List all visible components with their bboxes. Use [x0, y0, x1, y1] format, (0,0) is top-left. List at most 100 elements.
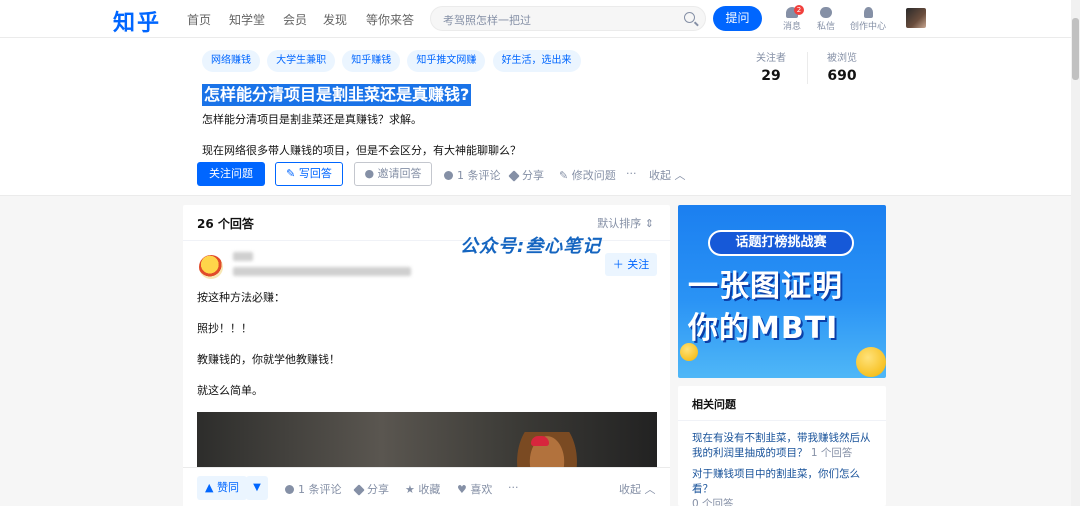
share-icon	[508, 170, 520, 182]
triangle-down-icon: ▼	[253, 482, 261, 493]
search-placeholder: 考驾照怎样一把过	[443, 14, 531, 27]
answer-comments-label: 1 条评论	[298, 483, 342, 496]
answer-share-button[interactable]: 分享	[353, 481, 389, 497]
divider	[678, 420, 886, 421]
nav-discover[interactable]: 发现	[323, 11, 347, 28]
edit-question-label: 修改问题	[571, 169, 616, 182]
upvote-button[interactable]: ▲ 赞同	[197, 476, 247, 500]
emoji-icon	[680, 343, 698, 361]
like-button[interactable]: ♥ 喜欢	[457, 481, 492, 497]
comments-label: 1 条评论	[457, 169, 501, 182]
watermark-text: 公众号:叁心笔记	[460, 236, 602, 257]
answer-count: 26 个回答	[197, 217, 254, 231]
pencil-icon: ✎	[559, 169, 572, 182]
messages-button[interactable]: 私信	[806, 5, 846, 32]
sort-icon: ⇕	[641, 217, 654, 230]
followers-count: 29	[761, 68, 781, 84]
follow-author-label: 关注	[627, 258, 650, 271]
more-button[interactable]: ···	[626, 167, 637, 180]
search-icon[interactable]	[684, 12, 695, 23]
mbti-banner[interactable]: 话题打榜挑战赛 一张图证明 你的MBTI	[678, 205, 886, 378]
messages-label: 私信	[816, 22, 835, 32]
followers-label: 关注者	[756, 53, 786, 64]
nav-waiting-answers[interactable]: 等你来答	[366, 11, 414, 28]
answer-share-label: 分享	[367, 483, 389, 496]
chat-icon	[820, 7, 832, 18]
nav-zhixuetang[interactable]: 知学堂	[229, 11, 265, 28]
related-question-item[interactable]: 现在有没有不割韭菜，带我赚钱然后从我的利润里抽成的项目？ 1 个回答	[692, 431, 876, 461]
comment-icon	[444, 171, 453, 180]
answer-comments-button[interactable]: 1 条评论	[285, 481, 342, 497]
related-question-text: 对于赚钱项目中的割韭菜，你们怎么看？	[692, 468, 860, 495]
downvote-button[interactable]: ▼	[246, 476, 268, 500]
topic-tag[interactable]: 知乎赚钱	[342, 50, 401, 72]
share-label: 分享	[522, 169, 544, 182]
pencil-icon: ✎	[286, 167, 299, 180]
views-stat: 被浏览 690	[807, 49, 877, 84]
nav-membership[interactable]: 会员	[283, 11, 307, 28]
banner-pill: 话题打榜挑战赛	[708, 230, 854, 256]
person-icon: ●	[364, 167, 378, 180]
invite-answer-button[interactable]: ● 邀请回答	[354, 162, 432, 186]
ask-question-button[interactable]: 提问	[713, 6, 762, 31]
author-name-blurred[interactable]	[233, 252, 253, 261]
share-icon	[353, 484, 365, 496]
rooster-comb	[531, 436, 549, 446]
views-count: 690	[827, 68, 857, 84]
topic-tag[interactable]: 知乎推文网赚	[407, 50, 486, 72]
author-bio-blurred	[233, 267, 411, 276]
share-button[interactable]: 分享	[508, 167, 544, 183]
triangle-up-icon: ▲	[205, 481, 217, 494]
related-questions-title: 相关问题	[692, 398, 736, 411]
comments-button[interactable]: 1 条评论	[444, 167, 501, 183]
topic-tag[interactable]: 大学生兼职	[267, 50, 336, 72]
upvote-label: 赞同	[216, 481, 239, 494]
write-answer-button[interactable]: ✎ 写回答	[275, 162, 343, 186]
related-question-item[interactable]: 对于赚钱项目中的割韭菜，你们怎么看？ 0 个回答	[692, 467, 876, 506]
plus-icon: ＋	[612, 258, 628, 271]
related-questions-card: 相关问题 现在有没有不割韭菜，带我赚钱然后从我的利润里抽成的项目？ 1 个回答 …	[678, 386, 886, 506]
emoji-icon	[856, 347, 886, 377]
heart-icon: ♥	[457, 483, 471, 496]
author-avatar[interactable]	[199, 255, 223, 279]
answer-paragraph: 就这么简单。	[197, 384, 263, 397]
zhihu-logo[interactable]: 知乎	[113, 5, 161, 37]
question-title: 怎样能分清项目是割韭菜还是真赚钱?	[202, 84, 472, 106]
sort-label: 默认排序	[597, 217, 642, 230]
nav-home[interactable]: 首页	[187, 11, 211, 28]
answer-paragraph: 教赚钱的，你就学他教赚钱！	[197, 353, 340, 366]
topic-tag[interactable]: 好生活，选出来	[492, 50, 581, 72]
top-navigation-bar: 知乎 首页 知学堂 会员 发现 等你来答 考驾照怎样一把过 提问 2 消息 私信…	[0, 0, 1080, 38]
search-input[interactable]: 考驾照怎样一把过	[430, 6, 706, 31]
collapse-label: 收起	[649, 169, 671, 182]
answer-more-button[interactable]: ···	[508, 481, 519, 494]
question-description-line: 怎样能分清项目是割韭菜还是真赚钱？求解。	[202, 113, 422, 126]
write-answer-label: 写回答	[298, 167, 332, 180]
answer-collapse-label: 收起	[619, 483, 641, 496]
related-question-count: 1 个回答	[810, 447, 853, 459]
scrollbar[interactable]	[1071, 0, 1080, 506]
answer-paragraph: 按这种方法必赚：	[197, 291, 285, 304]
answer-paragraph: 照抄！！！	[197, 322, 252, 335]
scrollbar-thumb[interactable]	[1072, 18, 1079, 80]
edit-question-button[interactable]: ✎ 修改问题	[559, 167, 616, 183]
notification-badge: 2	[794, 5, 804, 15]
chevron-up-icon: ︿	[671, 169, 686, 182]
answer-collapse-button[interactable]: 收起 ︿	[619, 481, 656, 497]
collapse-button[interactable]: 收起 ︿	[649, 167, 686, 183]
topic-tag[interactable]: 网络赚钱	[202, 50, 260, 72]
chevron-up-icon: ︿	[641, 483, 656, 496]
sort-dropdown[interactable]: 默认排序 ⇕	[597, 215, 654, 231]
creator-center-button[interactable]: 创作中心	[847, 5, 889, 32]
user-avatar[interactable]	[906, 8, 926, 28]
related-question-count: 0 个回答	[692, 498, 734, 506]
banner-headline-line: 你的MBTI	[688, 311, 839, 346]
topic-tags: 网络赚钱 大学生兼职 知乎赚钱 知乎推文网赚 好生活，选出来	[202, 50, 584, 72]
follow-question-button[interactable]: 关注问题	[197, 162, 265, 186]
follow-author-button[interactable]: ＋ 关注	[605, 253, 657, 276]
invite-answer-label: 邀请回答	[377, 167, 422, 180]
answer-action-bar: ▲ 赞同 ▼ 1 条评论 分享 ★ 收藏 ♥ 喜欢 ··· 收起 ︿	[183, 467, 670, 506]
collect-button[interactable]: ★ 收藏	[405, 481, 440, 497]
banner-headline-line: 一张图证明	[688, 269, 843, 304]
star-icon: ★	[405, 483, 419, 496]
